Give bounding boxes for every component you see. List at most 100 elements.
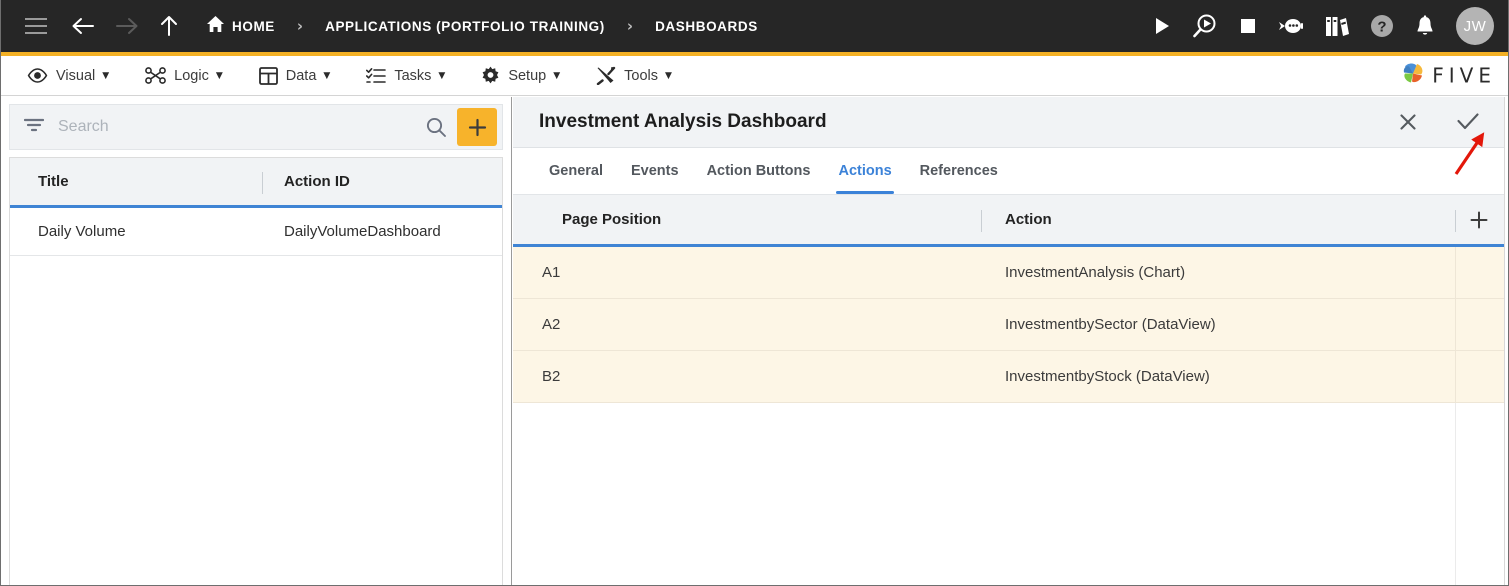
chevron-down-icon: ▼ [323,70,331,81]
plus-icon [1469,210,1489,230]
library-icon[interactable] [1325,14,1349,38]
tab-action-buttons[interactable]: Action Buttons [693,148,825,194]
breadcrumb-item-applications[interactable]: APPLICATIONS (PORTFOLIO TRAINING) [325,19,605,34]
brand-logo: FIVE [1400,60,1496,91]
hamburger-menu-icon[interactable] [25,18,47,34]
search-input[interactable] [56,117,425,137]
menu-label-tasks: Tasks [394,67,432,84]
dashboards-table-header: Title Action ID [10,158,502,208]
close-icon[interactable] [1390,104,1426,140]
five-pinwheel-logo [1400,60,1426,91]
search-icon[interactable] [425,116,447,138]
tab-actions[interactable]: Actions [824,148,905,194]
table-grid-icon [258,66,278,85]
menu-item-tools[interactable]: Tools ▼ [586,56,682,96]
top-bar-actions: ? JW [1132,7,1508,45]
breadcrumb: HOME › APPLICATIONS (PORTFOLIO TRAINING)… [206,15,758,38]
menu-item-tasks[interactable]: Tasks ▼ [356,56,455,96]
column-divider-2[interactable] [1455,210,1456,232]
menu-label-data: Data [285,67,317,84]
table-row[interactable]: B2 InvestmentbyStock (DataView) [513,351,1504,403]
menu-item-data[interactable]: Data ▼ [249,56,341,96]
gear-icon [481,66,500,85]
cell-page-position: A1 [542,264,561,281]
breadcrumb-separator-icon-2: › [626,17,634,35]
breadcrumb-separator-icon: › [296,17,304,35]
cell-action: InvestmentbySector (DataView) [1005,316,1216,333]
row-divider [1455,403,1456,585]
chevron-down-icon: ▼ [665,70,672,81]
chatbot-icon[interactable] [1278,16,1304,36]
add-action-button[interactable] [1454,210,1504,230]
tab-references[interactable]: References [906,148,1012,194]
menu-item-setup[interactable]: Setup ▼ [471,56,570,96]
chevron-down-icon: ▼ [438,70,446,81]
column-header-action[interactable]: Action [983,211,1454,228]
column-divider-1[interactable] [981,210,982,232]
breadcrumb-label-home: HOME [232,18,275,34]
actions-table-header: Page Position Action [513,195,1504,247]
chevron-down-icon: ▼ [215,70,223,81]
main-menu-bar: Visual ▼ Logic ▼ Data ▼ Tasks ▼ Setup ▼ … [1,56,1508,96]
back-arrow-icon[interactable] [70,15,96,37]
column-divider[interactable] [262,172,263,194]
tools-icon [596,66,616,85]
cell-action: InvestmentbyStock (DataView) [1005,368,1210,385]
table-row[interactable]: A2 InvestmentbySector (DataView) [513,299,1504,351]
cell-action: InvestmentAnalysis (Chart) [1005,264,1186,281]
top-navigation-bar: HOME › APPLICATIONS (PORTFOLIO TRAINING)… [1,0,1508,52]
column-header-page-position[interactable]: Page Position [513,211,983,228]
brand-name: FIVE [1432,63,1496,88]
task-list-icon [366,67,387,84]
logic-nodes-icon [145,67,167,84]
row-divider [1455,351,1456,402]
detail-header-actions [1390,104,1504,140]
app-window: HOME › APPLICATIONS (PORTFOLIO TRAINING)… [0,0,1509,586]
dashboards-table: Title Action ID Daily Volume DailyVolume… [9,157,503,585]
detail-header: Investment Analysis Dashboard [513,97,1504,148]
menu-label-visual: Visual [56,67,96,84]
user-avatar[interactable]: JW [1456,7,1494,45]
menu-label-setup: Setup [508,67,547,84]
actions-table-empty-area [513,403,1504,585]
breadcrumb-item-home[interactable]: HOME [206,15,275,38]
chevron-down-icon: ▼ [553,70,561,81]
dashboard-detail-panel: Investment Analysis Dashboard General Ev… [513,97,1508,585]
stop-icon[interactable] [1239,17,1257,35]
chevron-down-icon: ▼ [102,70,110,81]
dashboards-table-empty-area [10,256,502,585]
confirm-check-icon[interactable] [1450,104,1486,140]
debug-icon[interactable] [1192,13,1218,39]
cell-page-position: A2 [542,316,561,333]
column-header-title[interactable]: Title [10,173,267,190]
add-dashboard-button[interactable] [457,108,497,146]
forward-arrow-icon [114,15,140,37]
run-icon[interactable] [1153,16,1171,36]
row-divider [1455,299,1456,350]
menu-item-logic[interactable]: Logic ▼ [135,56,233,96]
menu-label-logic: Logic [174,67,209,84]
cell-title: Daily Volume [38,223,126,240]
breadcrumb-item-dashboards[interactable]: DASHBOARDS [655,19,758,34]
tab-events[interactable]: Events [617,148,693,194]
tab-general[interactable]: General [535,148,617,194]
row-divider [1455,247,1456,298]
filter-icon[interactable] [23,118,45,137]
page-title: Investment Analysis Dashboard [539,111,827,132]
menu-label-tools: Tools [624,67,658,84]
dashboards-list-panel: Title Action ID Daily Volume DailyVolume… [1,97,512,585]
table-row[interactable]: A1 InvestmentAnalysis (Chart) [513,247,1504,299]
panel-right-edge [1504,97,1505,585]
home-icon [206,15,225,38]
svg-text:?: ? [1377,19,1386,36]
table-row[interactable]: Daily Volume DailyVolumeDashboard [10,208,502,256]
column-header-action-id[interactable]: Action ID [267,173,502,190]
search-bar [9,104,503,150]
cell-page-position: B2 [542,368,561,385]
detail-tabs: General Events Action Buttons Actions Re… [513,148,1504,195]
menu-item-visual[interactable]: Visual ▼ [17,56,119,96]
up-arrow-icon[interactable] [158,14,180,38]
help-icon[interactable]: ? [1370,14,1394,38]
notifications-bell-icon[interactable] [1415,14,1435,38]
cell-action-id: DailyVolumeDashboard [284,223,441,240]
